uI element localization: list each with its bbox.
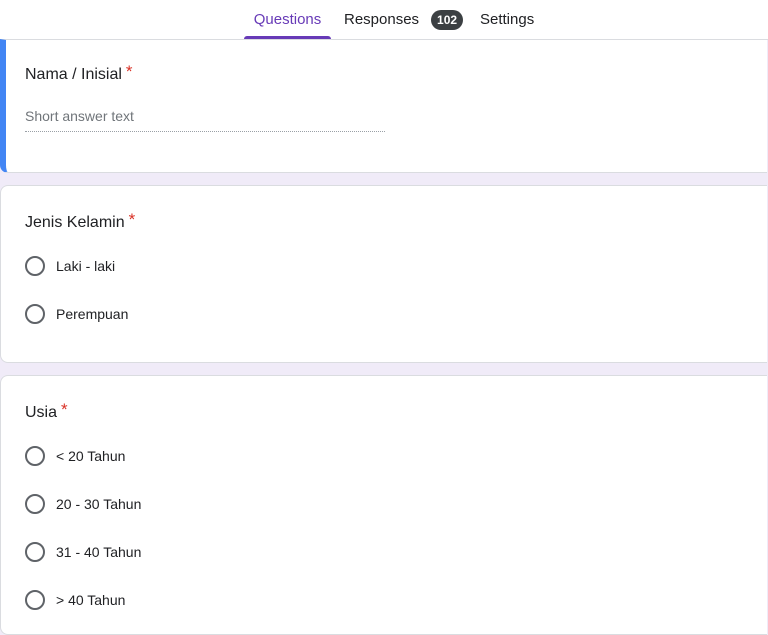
radio-option-label: 31 - 40 Tahun bbox=[56, 544, 142, 560]
short-answer-field[interactable]: Short answer text bbox=[25, 106, 385, 132]
short-answer-placeholder: Short answer text bbox=[25, 108, 134, 124]
tab-questions-label: Questions bbox=[253, 11, 322, 28]
question-title: Usia * bbox=[25, 400, 68, 422]
responses-count-badge: 102 bbox=[431, 9, 464, 30]
radio-option-label: Laki - laki bbox=[56, 258, 116, 274]
radio-button[interactable] bbox=[25, 494, 45, 514]
question-title-text: Jenis Kelamin bbox=[25, 214, 125, 231]
tab-questions[interactable]: Questions bbox=[244, 0, 331, 39]
radio-option[interactable]: < 20 Tahun bbox=[25, 445, 125, 467]
radio-option-label: Perempuan bbox=[56, 306, 129, 322]
question-title: Jenis Kelamin * bbox=[25, 210, 136, 232]
radio-button[interactable] bbox=[25, 304, 45, 324]
question-card-usia[interactable]: Usia * < 20 Tahun 20 - 30 Tahun 31 - 40 T… bbox=[0, 375, 767, 635]
required-asterisk: * bbox=[128, 210, 136, 229]
tab-responses-label: Responses bbox=[344, 11, 420, 28]
radio-option[interactable]: 31 - 40 Tahun bbox=[25, 541, 141, 563]
question-title: Nama / Inisial * bbox=[25, 62, 133, 84]
radio-option-label: > 40 Tahun bbox=[56, 592, 126, 608]
radio-option[interactable]: Laki - laki bbox=[25, 255, 115, 277]
radio-option[interactable]: Perempuan bbox=[25, 303, 128, 325]
radio-button[interactable] bbox=[25, 590, 45, 610]
tab-settings-label: Settings bbox=[480, 11, 535, 28]
form-tab-bar: Questions Responses 102 Settings bbox=[0, 0, 768, 40]
question-title-text: Usia bbox=[25, 404, 58, 421]
radio-button[interactable] bbox=[25, 542, 45, 562]
radio-option-label: 20 - 30 Tahun bbox=[56, 496, 142, 512]
required-asterisk: * bbox=[125, 62, 133, 81]
radio-option[interactable]: > 40 Tahun bbox=[25, 589, 125, 611]
tab-settings[interactable]: Settings bbox=[480, 0, 534, 39]
question-title-text: Nama / Inisial bbox=[25, 66, 122, 83]
radio-button[interactable] bbox=[25, 446, 45, 466]
radio-option[interactable]: 20 - 30 Tahun bbox=[25, 493, 141, 515]
question-card-jenis-kelamin[interactable]: Jenis Kelamin * Laki - laki Perempuan bbox=[0, 185, 767, 363]
question-card-nama[interactable]: Nama / Inisial * Short answer text bbox=[0, 39, 767, 173]
radio-button[interactable] bbox=[25, 256, 45, 276]
radio-option-label: < 20 Tahun bbox=[56, 448, 126, 464]
tab-responses[interactable]: Responses 102 bbox=[344, 0, 464, 39]
required-asterisk: * bbox=[61, 400, 68, 419]
